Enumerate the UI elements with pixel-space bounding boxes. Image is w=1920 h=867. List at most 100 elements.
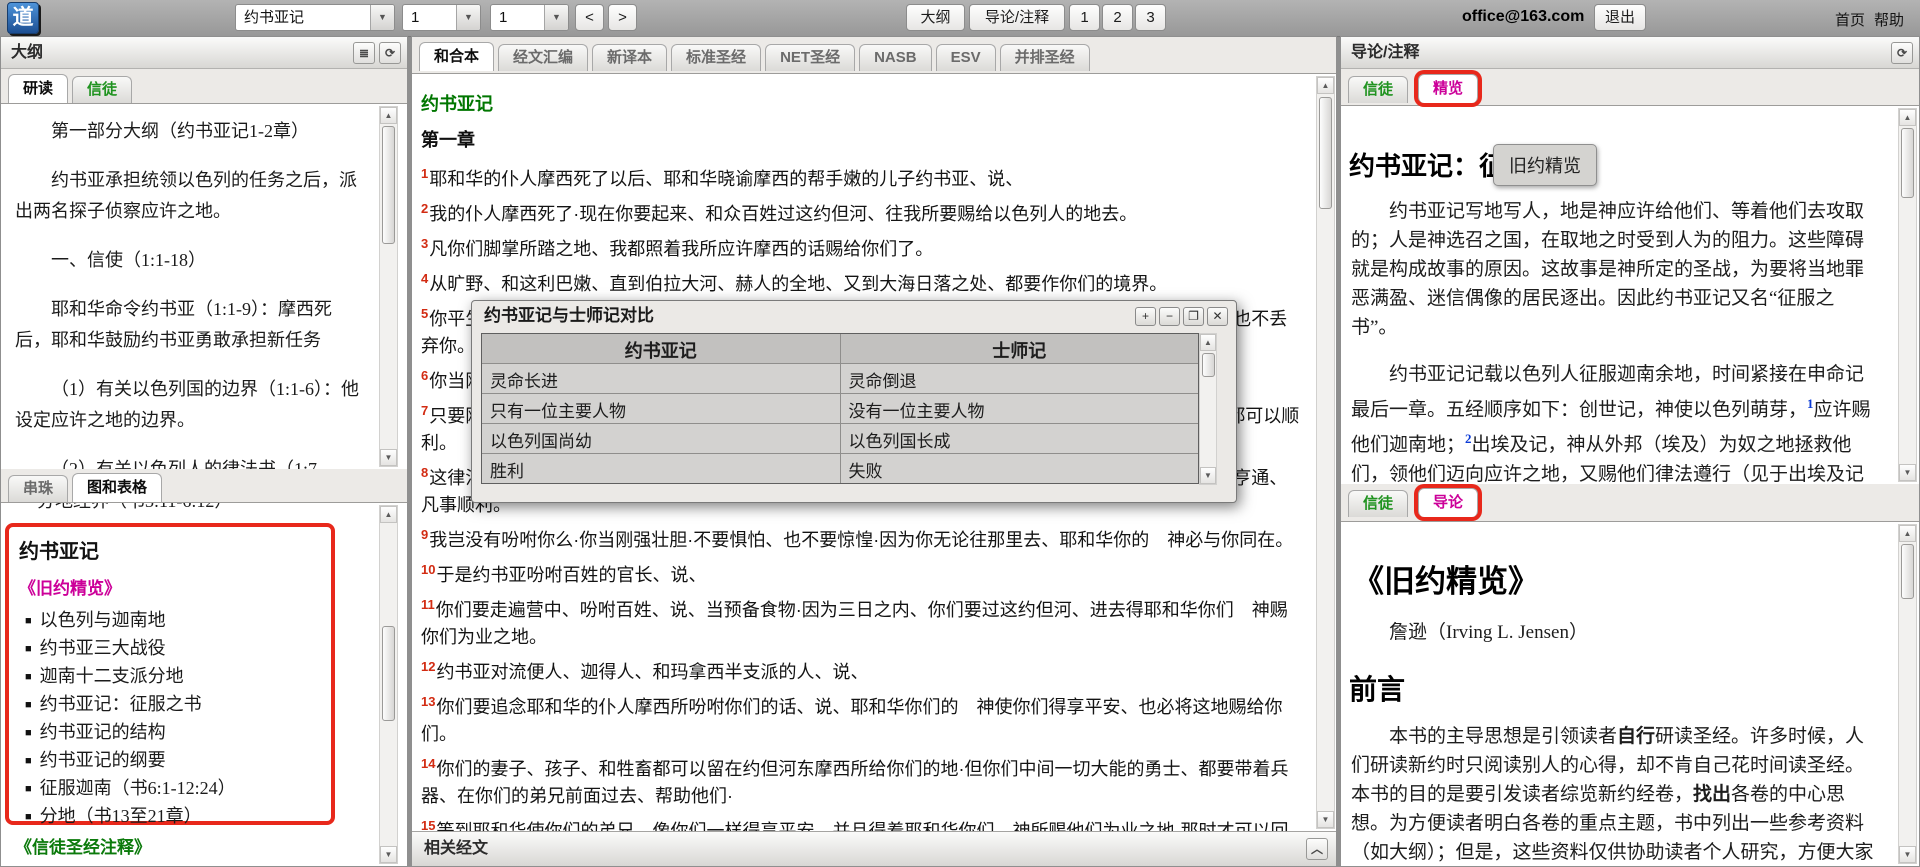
restore-window-icon[interactable]: ❐ bbox=[1183, 307, 1204, 326]
tab-net[interactable]: NET圣经 bbox=[765, 44, 855, 71]
tab-chuanzhu[interactable]: 串珠 bbox=[8, 475, 68, 502]
columns-3-button[interactable]: 3 bbox=[1135, 4, 1166, 31]
tab-concordance[interactable]: 经文汇编 bbox=[498, 44, 588, 71]
scroll-down-arrow[interactable]: ▼ bbox=[1899, 846, 1916, 863]
chart-link[interactable]: ■征服迦南（书6:1-12:24） bbox=[19, 775, 321, 803]
verse-number[interactable]: 10 bbox=[421, 562, 435, 577]
chart-link[interactable]: ■约书亚记的结构 bbox=[19, 719, 321, 747]
chevron-down-icon[interactable]: ▼ bbox=[456, 5, 480, 30]
book-select[interactable]: 约书亚记 ▼ bbox=[235, 4, 395, 31]
tab-yandu[interactable]: 研读 bbox=[8, 74, 68, 103]
zoom-in-icon[interactable]: + bbox=[1135, 307, 1156, 326]
outline-toggle-button[interactable]: 大纲 bbox=[906, 4, 965, 31]
verse-number[interactable]: 4 bbox=[421, 271, 428, 286]
chapter-select[interactable]: 1 ▼ bbox=[402, 4, 481, 31]
chevron-down-icon[interactable]: ▼ bbox=[370, 5, 394, 30]
tab-xintu[interactable]: 信徒 bbox=[1348, 490, 1408, 517]
chart-link[interactable]: ■以色列与迦南地 bbox=[19, 607, 321, 635]
next-chapter-button[interactable]: > bbox=[608, 4, 637, 31]
tab-daolun[interactable]: 导论 bbox=[1418, 488, 1478, 517]
outline-paragraph: 第一部分大纲（约书亚记1-2章） bbox=[15, 116, 365, 147]
scroll-down-arrow[interactable]: ▼ bbox=[380, 449, 397, 466]
columns-1-button[interactable]: 1 bbox=[1069, 4, 1100, 31]
scroll-thumb[interactable] bbox=[1319, 97, 1332, 209]
commentary-toggle-button[interactable]: 导论/注释 bbox=[969, 4, 1065, 31]
verse-number[interactable]: 9 bbox=[421, 527, 428, 542]
tab-cuv[interactable]: 和合本 bbox=[419, 42, 494, 71]
tab-nasb[interactable]: NASB bbox=[859, 44, 932, 71]
tab-xintu[interactable]: 信徒 bbox=[1348, 76, 1408, 103]
comparison-table: 约书亚记 士师记 灵命长进 灵命倒退 只有一位主要人物 没有一位主要人物 以色列… bbox=[481, 333, 1199, 484]
app-logo[interactable]: 道 bbox=[7, 2, 39, 34]
verse-number[interactable]: 1 bbox=[421, 166, 428, 181]
zoom-out-icon[interactable]: − bbox=[1159, 307, 1180, 326]
charts-scrollbar[interactable]: ▲ ▼ bbox=[379, 505, 398, 864]
outline-scrollbar[interactable]: ▲ ▼ bbox=[379, 106, 398, 467]
scroll-thumb[interactable] bbox=[1901, 128, 1914, 198]
chart-link-label[interactable]: 约书亚记的纲要 bbox=[40, 750, 166, 770]
prev-chapter-button[interactable]: < bbox=[575, 4, 604, 31]
chart-link[interactable]: ■约书亚记的纲要 bbox=[19, 747, 321, 775]
tab-jinglan[interactable]: 精览 bbox=[1418, 74, 1478, 103]
tab-ncv[interactable]: 新译本 bbox=[592, 44, 667, 71]
verse-number[interactable]: 12 bbox=[421, 659, 435, 674]
close-icon[interactable]: ✕ bbox=[1207, 307, 1228, 326]
scroll-up-arrow[interactable]: ▲ bbox=[1899, 109, 1916, 126]
refresh-icon[interactable]: ⟳ bbox=[379, 42, 401, 64]
chart-link-label[interactable]: 约书亚记的结构 bbox=[40, 722, 166, 742]
chart-link[interactable]: ■迦南十二支派分地 bbox=[19, 663, 321, 691]
verse-number[interactable]: 14 bbox=[421, 756, 435, 771]
commentary-top-scrollbar[interactable]: ▲ ▼ bbox=[1898, 108, 1917, 482]
scroll-thumb[interactable] bbox=[382, 126, 395, 244]
home-link[interactable]: 首页 bbox=[1835, 9, 1865, 30]
verse-number[interactable]: 13 bbox=[421, 694, 435, 709]
scroll-up-arrow[interactable]: ▲ bbox=[1899, 525, 1916, 542]
chart-link-label[interactable]: 分地（书13至21章） bbox=[40, 806, 202, 826]
verse-select[interactable]: 1 ▼ bbox=[490, 4, 569, 31]
verse-number[interactable]: 15 bbox=[421, 818, 435, 831]
verse-number[interactable]: 6 bbox=[421, 368, 428, 383]
help-link[interactable]: 帮助 bbox=[1874, 9, 1904, 30]
chevron-down-icon[interactable]: ▼ bbox=[544, 5, 568, 30]
chart-link-label[interactable]: 以色列与迦南地 bbox=[40, 610, 166, 630]
collapse-icon[interactable]: ︿ bbox=[1306, 838, 1328, 860]
scroll-down-arrow[interactable]: ▼ bbox=[1899, 464, 1916, 481]
chart-link-label[interactable]: 迦南十二支派分地 bbox=[40, 666, 184, 686]
scroll-down-arrow[interactable]: ▼ bbox=[380, 846, 397, 863]
chart-link-label[interactable]: 约书亚三大战役 bbox=[40, 638, 166, 658]
scroll-thumb[interactable] bbox=[382, 626, 395, 721]
refresh-icon[interactable]: ⟳ bbox=[1891, 42, 1913, 64]
clipped-list-item[interactable]: 分地经界（书3:11-6:12） bbox=[37, 503, 407, 518]
scroll-up-arrow[interactable]: ▲ bbox=[1200, 334, 1216, 351]
commentary-bottom-scrollbar[interactable]: ▲ ▼ bbox=[1898, 524, 1917, 864]
verse-number[interactable]: 5 bbox=[421, 306, 428, 321]
columns-2-button[interactable]: 2 bbox=[1102, 4, 1133, 31]
list-icon[interactable]: ≣ bbox=[353, 42, 375, 64]
scroll-thumb[interactable] bbox=[1202, 353, 1215, 377]
verse-number[interactable]: 3 bbox=[421, 236, 428, 251]
verse-number[interactable]: 11 bbox=[421, 597, 435, 612]
chart-link[interactable]: ■分地（书13至21章） bbox=[19, 803, 321, 831]
scroll-thumb[interactable] bbox=[1901, 544, 1914, 599]
chart-link[interactable]: ■约书亚记：征服之书 bbox=[19, 691, 321, 719]
tab-esv[interactable]: ESV bbox=[936, 44, 996, 71]
verse-number[interactable]: 8 bbox=[421, 465, 428, 480]
tab-xintu[interactable]: 信徒 bbox=[72, 76, 132, 103]
verse-number[interactable]: 2 bbox=[421, 201, 428, 216]
tab-csb[interactable]: 标准圣经 bbox=[671, 44, 761, 71]
scroll-down-arrow[interactable]: ▼ bbox=[1200, 467, 1216, 484]
tab-parallel[interactable]: 并排圣经 bbox=[1000, 44, 1090, 71]
bible-scrollbar[interactable]: ▲ ▼ bbox=[1316, 76, 1335, 829]
scroll-up-arrow[interactable]: ▲ bbox=[380, 506, 397, 523]
chart-link-label[interactable]: 约书亚记：征服之书 bbox=[40, 694, 202, 714]
scroll-up-arrow[interactable]: ▲ bbox=[1317, 77, 1334, 94]
chart-link-label[interactable]: 征服迦南（书6:1-12:24） bbox=[40, 778, 236, 798]
scroll-up-arrow[interactable]: ▲ bbox=[380, 107, 397, 124]
verse-number[interactable]: 7 bbox=[421, 403, 428, 418]
logout-button[interactable]: 退出 bbox=[1594, 4, 1646, 31]
comparison-dialog[interactable]: 约书亚记与士师记对比 + − ❐ ✕ 约书亚记 士师记 灵命长进 灵命倒退 只有… bbox=[471, 300, 1237, 503]
dialog-table-scrollbar[interactable]: ▲ ▼ bbox=[1199, 333, 1217, 485]
scroll-down-arrow[interactable]: ▼ bbox=[1317, 811, 1334, 828]
tab-charts-tables[interactable]: 图和表格 bbox=[72, 473, 162, 502]
chart-link[interactable]: ■约书亚三大战役 bbox=[19, 635, 321, 663]
